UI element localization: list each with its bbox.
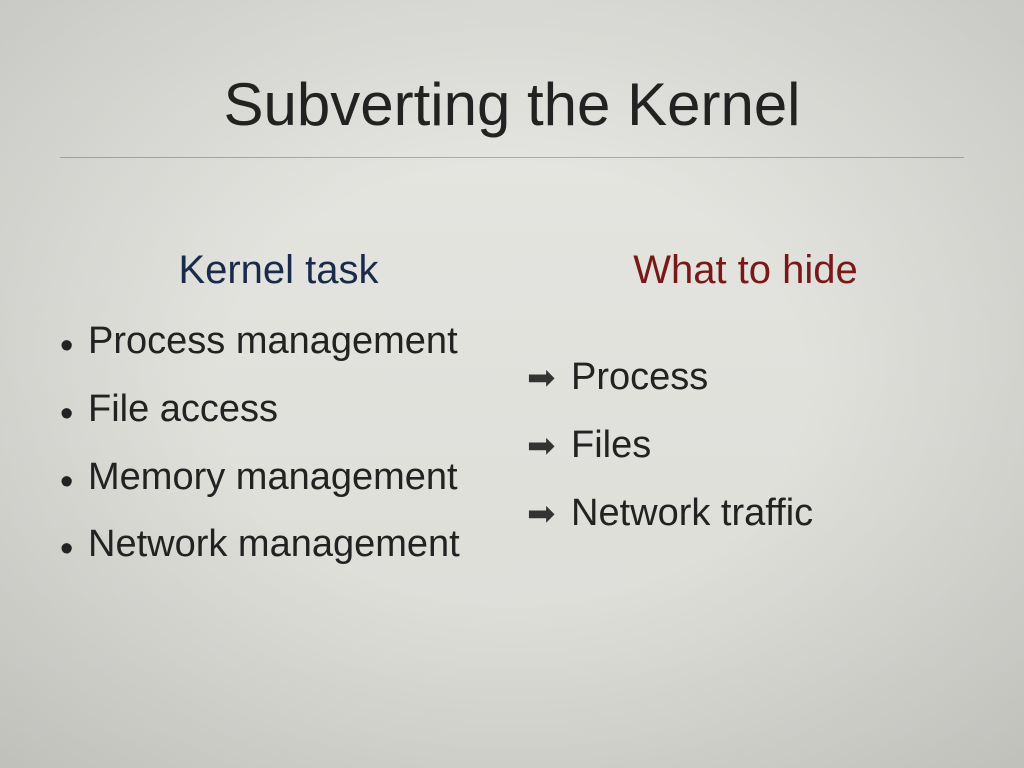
list-item: • Network management xyxy=(60,524,497,566)
bullet-icon: • xyxy=(60,463,88,501)
kernel-task-list: • Process management • File access • Mem… xyxy=(60,321,497,566)
arrow-right-icon: ➡ xyxy=(527,429,571,463)
hide-list: ➡ Process ➡ Files ➡ Network traffic xyxy=(527,357,964,534)
right-column-header: What to hide xyxy=(527,248,964,293)
content-columns: Kernel task • Process management • File … xyxy=(60,248,964,592)
list-item-label: Memory management xyxy=(88,457,458,499)
left-column-header: Kernel task xyxy=(60,248,497,293)
bullet-icon: • xyxy=(60,530,88,568)
list-item-label: Network traffic xyxy=(571,493,813,535)
right-column: What to hide ➡ Process ➡ Files ➡ Network… xyxy=(527,248,964,592)
slide: Subverting the Kernel Kernel task • Proc… xyxy=(0,0,1024,768)
list-item-label: Network management xyxy=(88,524,460,566)
list-item-label: Files xyxy=(571,425,651,467)
list-item: • Process management xyxy=(60,321,497,363)
title-rule xyxy=(60,157,964,158)
list-item: • Memory management xyxy=(60,457,497,499)
list-item-label: Process xyxy=(571,357,708,399)
arrow-right-icon: ➡ xyxy=(527,361,571,395)
list-item: ➡ Files xyxy=(527,425,964,467)
slide-title: Subverting the Kernel xyxy=(60,70,964,139)
left-column: Kernel task • Process management • File … xyxy=(60,248,497,592)
list-item: • File access xyxy=(60,389,497,431)
list-item: ➡ Process xyxy=(527,357,964,399)
bullet-icon: • xyxy=(60,327,88,365)
list-item-label: Process management xyxy=(88,321,458,363)
list-item: ➡ Network traffic xyxy=(527,493,964,535)
list-item-label: File access xyxy=(88,389,278,431)
bullet-icon: • xyxy=(60,395,88,433)
arrow-right-icon: ➡ xyxy=(527,497,571,531)
